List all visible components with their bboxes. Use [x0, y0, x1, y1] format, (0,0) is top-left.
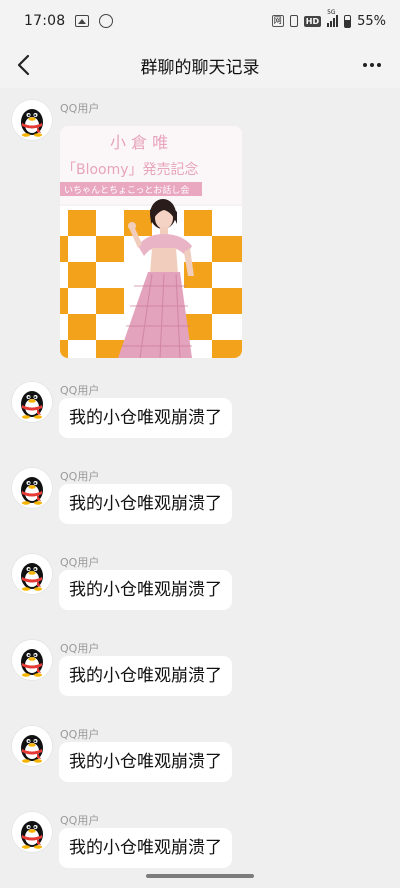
page-title: 群聊的聊天记录 — [140, 57, 260, 78]
sender-name: QQ用户 — [60, 814, 100, 827]
qq-penguin-icon — [12, 100, 52, 140]
sender-name: QQ用户 — [60, 556, 100, 569]
image-message[interactable]: 小 倉 唯 「Bloomy」発売記念 いちゃんとちょこっとお話し会 — [60, 126, 242, 358]
chevron-left-icon — [17, 54, 30, 76]
text-message-bubble[interactable]: 我的小仓唯观崩溃了 — [59, 570, 232, 610]
qq-penguin-icon — [12, 468, 52, 508]
sender-name: QQ用户 — [60, 384, 100, 397]
banner-sub: いちゃんとちょこっとお話し会 — [64, 184, 189, 196]
text-message-bubble[interactable]: 我的小仓唯观崩溃了 — [59, 484, 232, 524]
more-dots-icon — [363, 63, 367, 67]
message-item: QQ用户 我的小仓唯观崩溃了 — [0, 370, 400, 456]
message-item: QQ用户 我的小仓唯观崩溃了 — [0, 714, 400, 800]
more-button[interactable] — [358, 52, 386, 78]
text-message-bubble[interactable]: 我的小仓唯观崩溃了 — [59, 742, 232, 782]
message-item: QQ用户 我的小仓唯观崩溃了 — [0, 628, 400, 714]
avatar[interactable] — [12, 554, 52, 594]
avatar[interactable] — [12, 726, 52, 766]
text-message-bubble[interactable]: 我的小仓唯观崩溃了 — [59, 656, 232, 696]
text-message-bubble[interactable]: 我的小仓唯观崩溃了 — [59, 398, 232, 438]
status-time: 17:08 — [24, 13, 66, 29]
home-indicator[interactable] — [146, 874, 254, 878]
qq-penguin-icon — [12, 812, 52, 852]
sender-name: QQ用户 — [60, 728, 100, 741]
sender-name: QQ用户 — [60, 102, 100, 115]
sender-name: QQ用户 — [60, 642, 100, 655]
qq-penguin-icon — [12, 382, 52, 422]
nav-bar: 群聊的聊天记录 — [0, 42, 400, 88]
banner-name: 小 倉 唯 — [110, 133, 168, 152]
avatar[interactable] — [12, 640, 52, 680]
shared-photo: 小 倉 唯 「Bloomy」発売記念 いちゃんとちょこっとお話し会 — [60, 126, 242, 358]
network-type-icon: 网 — [271, 15, 284, 27]
download-notification-icon — [99, 14, 114, 28]
message-item: QQ用户 我的小仓唯观崩溃了 — [0, 542, 400, 628]
message-item: QQ用户 小 倉 唯 「Bloomy」発売記念 いちゃんとちょこっとお話し会 — [0, 88, 400, 370]
gallery-notification-icon — [75, 15, 90, 27]
avatar[interactable] — [12, 812, 52, 852]
vibrate-icon — [289, 15, 298, 27]
signal-icon: 5G — [327, 9, 339, 27]
sender-name: QQ用户 — [60, 470, 100, 483]
avatar[interactable] — [12, 468, 52, 508]
qq-penguin-icon — [12, 554, 52, 594]
message-item: QQ用户 我的小仓唯观崩溃了 — [0, 456, 400, 542]
battery-icon — [344, 14, 352, 28]
hd-voice-icon: HD — [303, 15, 322, 27]
qq-penguin-icon — [12, 640, 52, 680]
avatar[interactable] — [12, 100, 52, 140]
banner-line: 「Bloomy」発売記念 — [62, 161, 199, 178]
qq-penguin-icon — [12, 726, 52, 766]
back-button[interactable] — [10, 50, 40, 80]
battery-percent: 55% — [357, 13, 386, 29]
text-message-bubble[interactable]: 我的小仓唯观崩溃了 — [59, 828, 232, 868]
avatar[interactable] — [12, 382, 52, 422]
network-gen-label: 5G — [327, 9, 336, 16]
status-bar: 17:08 网 HD 5G 55% — [0, 0, 400, 42]
